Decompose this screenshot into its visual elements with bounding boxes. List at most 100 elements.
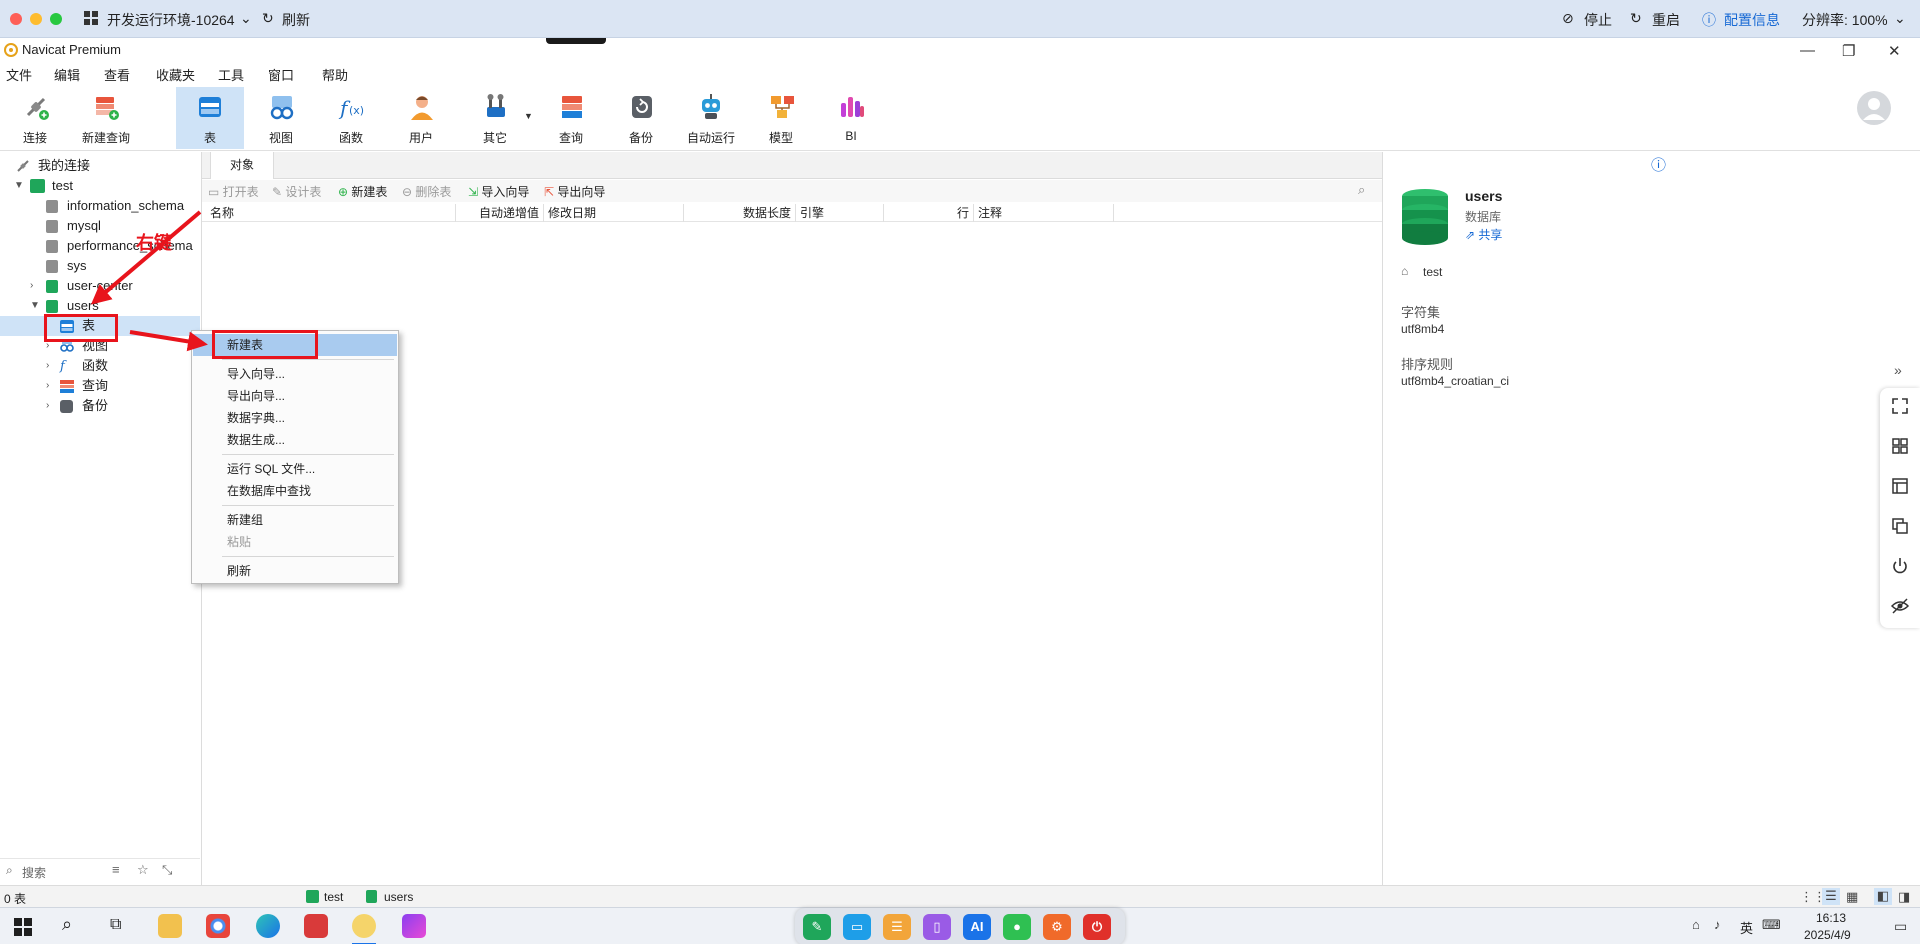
column-auto-increment[interactable]: 自动递增值	[456, 204, 544, 222]
minimize-icon[interactable]: —	[1800, 42, 1815, 59]
export-wizard-button[interactable]: ⇱ 导出向导	[544, 183, 605, 200]
layout-icon[interactable]	[1890, 436, 1910, 456]
search-icon[interactable]: ⌕	[1358, 182, 1365, 198]
chevron-down-icon[interactable]: ⌄	[1894, 10, 1906, 27]
filter-icon[interactable]: ≡	[112, 862, 120, 877]
keyboard-icon[interactable]: ⌨	[1762, 917, 1781, 933]
import-icon: ⇲	[468, 185, 482, 199]
notification-icon[interactable]: ▭	[1894, 918, 1907, 935]
copy-window-icon[interactable]	[1890, 516, 1910, 536]
windows-taskbar: ⌕ ⧉ ✎ ▭ ☰ ▯ AI ● ⚙ ⏻ ⌂ ♪ 英 ⌨ 16:13 2025/…	[0, 907, 1920, 944]
menu-item-paste[interactable]: 粘贴	[193, 531, 397, 553]
menu-item-find-in-database[interactable]: 在数据库中查找	[193, 480, 397, 502]
power-app-icon[interactable]: ⏻	[1083, 914, 1111, 940]
collapse-icon[interactable]: ⤡	[162, 862, 172, 878]
star-icon[interactable]: ☆	[137, 862, 149, 878]
menu-separator	[222, 556, 394, 557]
edge-icon[interactable]	[256, 914, 280, 938]
share-link[interactable]: ⇗ 共享	[1465, 226, 1502, 243]
avatar[interactable]	[1856, 90, 1892, 126]
column-rows[interactable]: 行	[884, 204, 974, 222]
object-count: 0 表	[4, 892, 27, 906]
status-connection: test	[324, 890, 344, 904]
column-comment[interactable]: 注释	[974, 204, 1114, 222]
stop-icon: ⊘	[1562, 10, 1574, 26]
chat-app-icon[interactable]: ●	[1003, 914, 1031, 940]
backup-icon	[60, 400, 73, 413]
expand-panel-icon[interactable]: »	[1894, 362, 1902, 378]
ai-app-icon[interactable]: AI	[963, 914, 991, 940]
hide-icon[interactable]	[1890, 596, 1910, 616]
collation-value: utf8mb4_croatian_ci	[1401, 374, 1510, 388]
status-bar: 0 表 test users ⋮⋮ ☰ ▦ ◧ ◨	[0, 885, 1920, 907]
fullscreen-icon[interactable]	[1890, 396, 1910, 416]
menu-item-data-dictionary[interactable]: 数据字典...	[193, 407, 397, 429]
model-icon	[768, 93, 796, 121]
storage-app-icon[interactable]: ☰	[883, 914, 911, 940]
bi-icon	[838, 93, 866, 121]
file-explorer-icon[interactable]	[158, 914, 182, 938]
task-view-icon[interactable]: ⧉	[110, 916, 121, 934]
backup-button[interactable]: 备份	[608, 87, 674, 149]
camera-notch	[546, 38, 606, 44]
bi-button[interactable]: BI	[818, 87, 884, 149]
sign-app-icon[interactable]: ✎	[803, 914, 831, 940]
power-icon[interactable]	[1890, 556, 1910, 576]
navicat-taskbar-icon[interactable]	[352, 914, 376, 938]
database-large-icon	[1401, 188, 1449, 246]
screen-app-icon[interactable]: ▭	[843, 914, 871, 940]
column-modified-date[interactable]: 修改日期	[544, 204, 684, 222]
detail-view-icon[interactable]: ☰	[1822, 888, 1840, 905]
clock-date[interactable]: 2025/4/9	[1804, 928, 1851, 942]
menu-item-refresh[interactable]: 刷新	[193, 560, 397, 582]
automation-button[interactable]: 自动运行	[676, 87, 746, 149]
settings-app-icon[interactable]: ⚙	[1043, 914, 1071, 940]
close-icon[interactable]: ✕	[1888, 42, 1901, 60]
datagrip-icon[interactable]	[402, 914, 426, 938]
info-db-name: users	[1465, 188, 1503, 204]
menu-item-run-sql-file[interactable]: 运行 SQL 文件...	[193, 458, 397, 480]
toggle-nav-pane-icon[interactable]: ◧	[1874, 888, 1892, 905]
menu-separator	[222, 454, 394, 455]
other-button[interactable]: 其它 ▼	[462, 87, 538, 149]
share-icon: ⇗	[1465, 228, 1479, 242]
start-icon[interactable]	[14, 918, 32, 936]
toggle-info-pane-icon[interactable]: ◨	[1898, 889, 1910, 905]
volume-icon[interactable]: ♪	[1714, 917, 1721, 932]
chrome-icon[interactable]	[206, 914, 230, 938]
query-button[interactable]: 查询	[538, 87, 604, 149]
menu-item-new-group[interactable]: 新建组	[193, 509, 397, 531]
network-icon[interactable]: ⌂	[1692, 917, 1700, 932]
panel-icon[interactable]	[1890, 476, 1910, 496]
restore-icon[interactable]: ❐	[1842, 42, 1855, 60]
annotation-arrows	[90, 210, 208, 352]
stop-button[interactable]: 停止	[1584, 10, 1612, 30]
dock: ✎ ▭ ☰ ▯ AI ● ⚙ ⏻	[795, 908, 1125, 944]
column-engine[interactable]: 引擎	[796, 204, 884, 222]
robot-icon	[697, 93, 725, 121]
column-data-length[interactable]: 数据长度	[684, 204, 796, 222]
info-icon[interactable]: ⓘ	[1651, 154, 1666, 175]
tools-icon	[482, 93, 510, 121]
info-icon: ⓘ	[1702, 12, 1716, 28]
restart-button[interactable]: 重启	[1652, 10, 1680, 30]
search-icon[interactable]: ⌕	[62, 914, 72, 935]
export-icon: ⇱	[544, 185, 558, 199]
info-connection: test	[1423, 265, 1443, 279]
book-app-icon[interactable]: ▯	[923, 914, 951, 940]
menu-item-data-generation[interactable]: 数据生成...	[193, 429, 397, 451]
clock-time[interactable]: 16:13	[1816, 911, 1846, 925]
tag-icon: ⌂	[1401, 264, 1409, 278]
mysql-connection-icon	[306, 890, 319, 903]
side-toolbar	[1880, 388, 1920, 628]
config-button[interactable]: 配置信息	[1724, 10, 1780, 30]
import-wizard-button[interactable]: ⇲ 导入向导	[468, 183, 529, 200]
search-icon: ⌕	[6, 863, 13, 877]
app-red-icon[interactable]	[304, 914, 328, 938]
ime-indicator[interactable]: 英	[1740, 918, 1753, 937]
search-input[interactable]: 搜索	[22, 864, 46, 881]
dropdown-arrow-icon[interactable]: ▼	[524, 111, 533, 121]
resolution-select[interactable]: 分辨率: 100%	[1802, 10, 1888, 30]
grid-view-icon[interactable]: ▦	[1846, 889, 1858, 905]
model-button[interactable]: 模型	[748, 87, 814, 149]
